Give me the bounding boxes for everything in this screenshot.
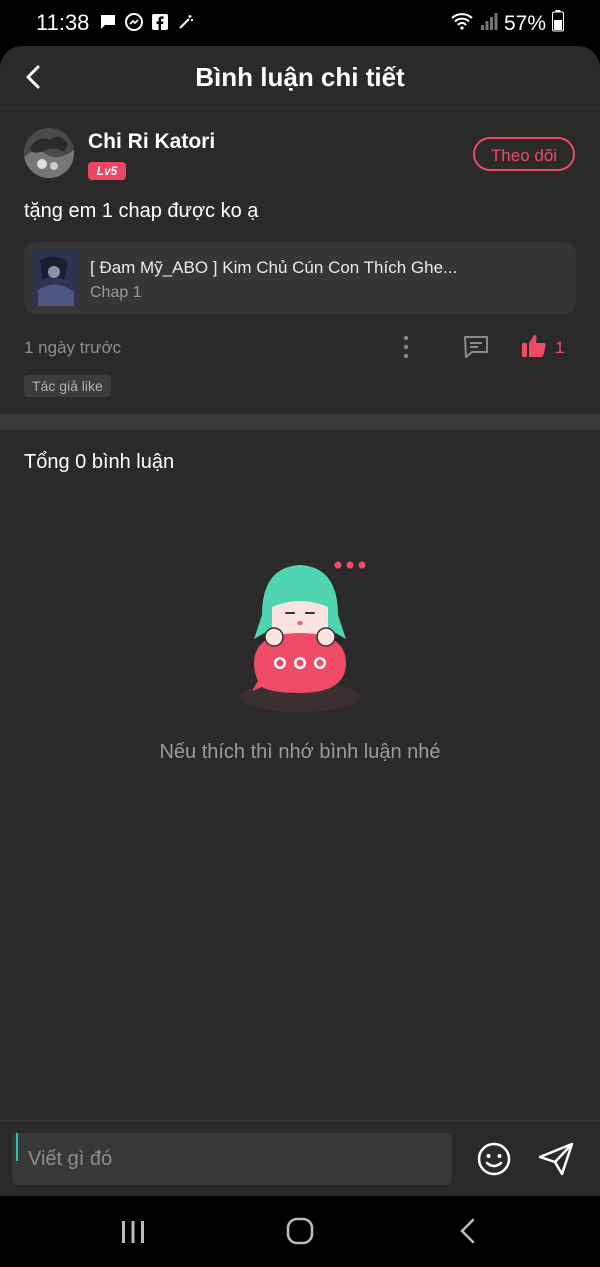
chapter-title: [ Đam Mỹ_ABO ] Kim Chủ Cún Con Thích Ghe… (90, 258, 458, 277)
messenger-icon (124, 12, 144, 32)
system-back-button[interactable] (456, 1216, 480, 1246)
follow-button[interactable]: Theo dõi (473, 137, 575, 171)
battery-icon (552, 10, 564, 37)
empty-state-illustration (232, 551, 368, 721)
home-button[interactable] (285, 1216, 315, 1246)
message-icon (98, 12, 118, 32)
timestamp: 1 ngày trước (24, 338, 122, 357)
send-button[interactable] (536, 1141, 576, 1177)
text-cursor (16, 1133, 18, 1161)
username[interactable]: Chi Ri Katori (88, 130, 215, 154)
battery-percentage: 57% (503, 11, 546, 35)
emoji-button[interactable] (476, 1141, 512, 1177)
smiley-icon (477, 1142, 511, 1176)
comment-input[interactable]: Viết gì đó (12, 1133, 452, 1185)
app-panel: Bình luận chi tiết Chi Ri Katori Lv5 The… (0, 46, 600, 1196)
recent-apps-button[interactable] (118, 1218, 148, 1246)
status-bar: 11:38 57% (0, 0, 600, 46)
empty-state-message: Nếu thích thì nhớ bình luận nhé (159, 741, 441, 763)
comment-input-bar: Viết gì đó (0, 1120, 600, 1196)
send-icon (538, 1142, 574, 1176)
total-comments-heading: Tổng 0 bình luận (24, 451, 175, 473)
chapter-thumbnail (34, 250, 78, 306)
chapter-number: Chap 1 (90, 284, 142, 301)
more-options-icon[interactable] (394, 334, 418, 360)
like-count: 1 (555, 338, 565, 357)
wifi-icon (450, 11, 474, 36)
reply-icon[interactable] (462, 333, 490, 361)
page-title: Bình luận chi tiết (195, 62, 405, 92)
facebook-icon (150, 12, 170, 32)
status-time: 11:38 (36, 10, 90, 35)
comment-text: tặng em 1 chap được ko ạ (24, 200, 259, 222)
navigation-bar (0, 1196, 600, 1267)
header: Bình luận chi tiết (0, 46, 600, 109)
section-divider (0, 414, 600, 430)
like-icon[interactable] (520, 332, 548, 360)
signal-icon (480, 11, 498, 36)
level-badge: Lv5 (88, 162, 126, 180)
magic-wand-icon (176, 12, 196, 32)
avatar[interactable] (24, 128, 74, 178)
author-like-tag: Tác giả like (24, 375, 111, 397)
chapter-card[interactable]: [ Đam Mỹ_ABO ] Kim Chủ Cún Con Thích Ghe… (24, 242, 576, 314)
